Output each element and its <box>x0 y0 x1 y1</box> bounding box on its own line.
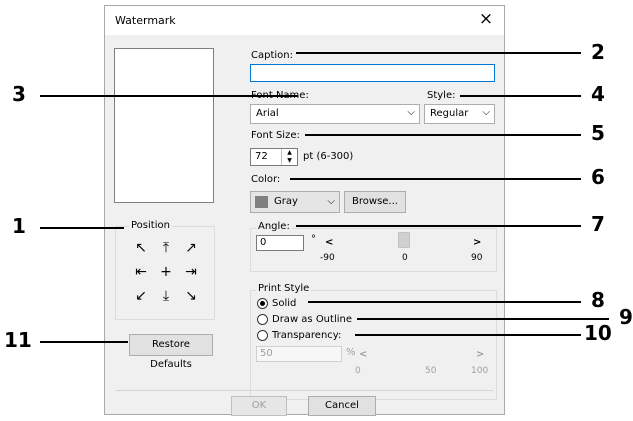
chevron-down-icon: ⌵ <box>327 196 335 207</box>
color-swatch <box>255 196 268 208</box>
transparency-max-label: 100 <box>471 366 489 376</box>
arrow-top-left-icon[interactable]: ↖ <box>132 240 150 256</box>
browse-button[interactable]: Browse... <box>344 191 406 213</box>
outline-radio[interactable] <box>257 314 268 325</box>
callout-line-7 <box>296 225 581 227</box>
callout-number-11: 11 <box>4 328 32 352</box>
color-value: Gray <box>274 196 298 207</box>
footer-separator <box>116 390 493 391</box>
transparency-right-arrow[interactable]: > <box>476 349 484 360</box>
callout-number-1: 1 <box>12 214 26 238</box>
callout-line-11 <box>40 341 128 343</box>
position-label: Position <box>129 220 172 231</box>
arrow-bottom-right-icon[interactable]: ↘ <box>182 288 200 304</box>
arrow-bottom-left-icon[interactable]: ↙ <box>132 288 150 304</box>
callout-line-5 <box>305 134 581 136</box>
arrow-top-right-icon[interactable]: ↗ <box>182 240 200 256</box>
style-label: Style: <box>427 90 456 101</box>
color-label: Color: <box>251 174 281 185</box>
ok-button[interactable]: OK <box>231 396 287 416</box>
percent-symbol: % <box>346 347 356 358</box>
callout-line-9 <box>357 318 609 320</box>
transparency-mid-label: 50 <box>425 366 437 376</box>
arrow-left-icon[interactable]: ⇤ <box>132 264 150 280</box>
arrow-right-icon[interactable]: ⇥ <box>182 264 200 280</box>
callout-number-3: 3 <box>12 82 26 106</box>
font-name-dropdown[interactable]: Arial ⌵ <box>250 104 420 124</box>
arrow-top-icon[interactable]: ⤒ <box>157 240 175 256</box>
callout-number-4: 4 <box>591 82 605 106</box>
callout-number-6: 6 <box>591 165 605 189</box>
callout-line-4 <box>460 95 581 97</box>
solid-label: Solid <box>272 298 297 309</box>
callout-number-9: 9 <box>619 305 633 329</box>
transparency-input[interactable]: 50 <box>256 346 342 362</box>
arrow-center-icon[interactable]: + <box>157 264 175 280</box>
angle-max-label: 90 <box>471 253 483 263</box>
callout-number-8: 8 <box>591 288 605 312</box>
callout-line-6 <box>290 178 581 180</box>
watermark-dialog: Watermark × Caption: Font Name: Arial ⌵ … <box>104 5 505 416</box>
cancel-button[interactable]: Cancel <box>308 396 376 416</box>
angle-input[interactable]: 0 <box>256 235 304 251</box>
callout-line-1 <box>40 227 124 229</box>
style-dropdown[interactable]: Regular ⌵ <box>424 104 495 124</box>
angle-label: Angle: <box>256 221 292 232</box>
chevron-down-icon: ⌵ <box>482 107 490 118</box>
chevron-down-icon: ⌵ <box>407 107 415 118</box>
outline-label: Draw as Outline <box>272 314 352 325</box>
angle-min-label: -90 <box>320 253 335 263</box>
angle-right-arrow[interactable]: > <box>473 237 481 248</box>
arrow-bottom-icon[interactable]: ⤓ <box>157 288 175 304</box>
watermark-preview <box>114 48 214 203</box>
transparency-radio[interactable] <box>257 330 268 341</box>
solid-radio[interactable] <box>257 298 268 309</box>
title-bar: Watermark × <box>105 6 504 35</box>
dialog-title: Watermark <box>115 14 176 27</box>
style-value: Regular <box>430 108 469 119</box>
color-dropdown[interactable]: Gray ⌵ <box>250 191 340 213</box>
font-name-value: Arial <box>256 108 279 119</box>
angle-mid-label: 0 <box>402 253 408 263</box>
angle-left-arrow[interactable]: < <box>325 237 333 248</box>
callout-number-5: 5 <box>591 121 605 145</box>
callout-line-10 <box>355 334 581 336</box>
callout-line-8 <box>308 301 581 303</box>
transparency-min-label: 0 <box>355 366 361 376</box>
callout-number-10: 10 <box>584 321 612 345</box>
font-size-label: Font Size: <box>251 130 300 141</box>
transparency-label: Transparency: <box>272 330 342 341</box>
caption-label: Caption: <box>251 50 293 61</box>
transparency-left-arrow[interactable]: < <box>359 349 367 360</box>
caption-input[interactable] <box>250 64 495 82</box>
degree-symbol: ° <box>311 234 316 245</box>
angle-slider-thumb[interactable] <box>398 232 410 248</box>
close-icon[interactable]: × <box>476 9 496 29</box>
callout-line-2 <box>296 52 581 54</box>
callout-line-3 <box>40 95 298 97</box>
callout-number-7: 7 <box>591 212 605 236</box>
restore-defaults-button[interactable]: Restore Defaults <box>129 334 213 370</box>
font-size-spinner[interactable]: ▲ ▼ <box>281 149 297 165</box>
font-size-range: pt (6-300) <box>303 151 354 162</box>
print-style-label: Print Style <box>256 283 312 294</box>
callout-number-2: 2 <box>591 40 605 64</box>
